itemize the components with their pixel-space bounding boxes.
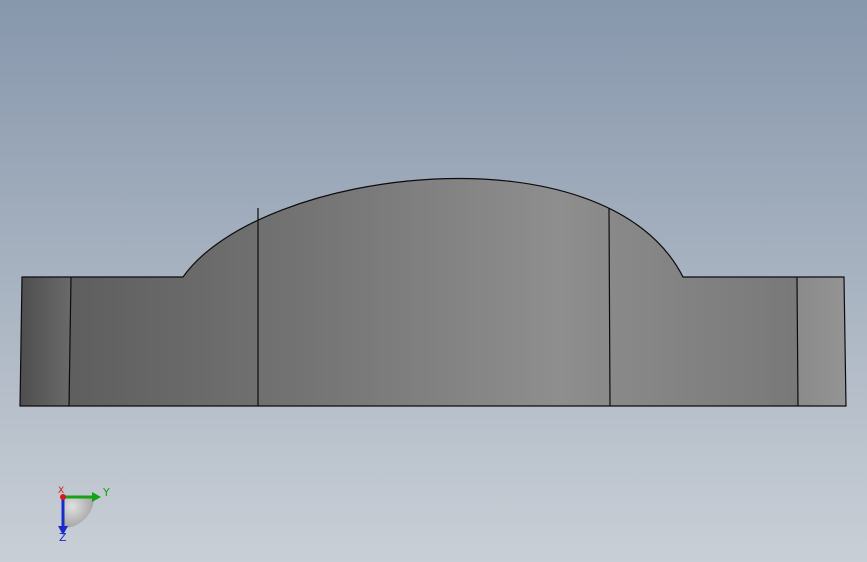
part-left-end-face[interactable] bbox=[20, 277, 71, 406]
triad-z-label: Z bbox=[59, 531, 67, 544]
triad-x-label: X bbox=[58, 486, 65, 496]
viewport-canvas[interactable] bbox=[0, 0, 867, 562]
triad-y-label: Y bbox=[103, 486, 110, 499]
part-right-end-face[interactable] bbox=[797, 277, 846, 406]
graphics-viewport[interactable]: X Y Z bbox=[0, 0, 867, 562]
